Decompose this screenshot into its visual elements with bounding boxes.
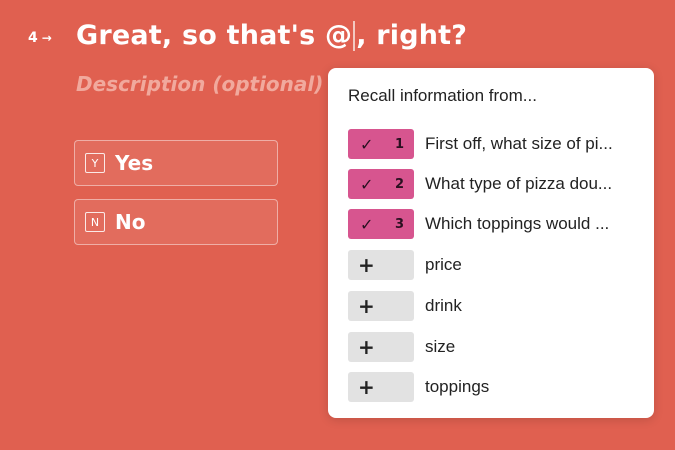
recall-item-variable-drink[interactable]: + drink [348,290,638,322]
recall-popup-title: Recall information from... [348,86,537,105]
add-chip: + [348,250,414,280]
selected-chip: ✓ 1 [348,129,414,159]
recall-item-label: price [425,255,462,274]
choice-key-y: Y [85,153,105,173]
recall-item-question-2[interactable]: ✓ 2 What type of pizza dou... [348,168,638,200]
recall-item-label: Which toppings would ... [425,214,610,233]
arrow-right-icon: → [41,31,52,45]
plus-icon: + [358,375,375,399]
question-ref-number: 2 [394,176,404,192]
check-icon: ✓ [360,174,374,194]
choice-yes[interactable]: Y Yes [74,140,278,186]
recall-item-label: First off, what size of pi... [425,134,613,153]
recall-item-question-3[interactable]: ✓ 3 Which toppings would ... [348,208,638,240]
question-text-before: Great, so that's @ [76,20,353,51]
question-text-after: , right? [356,20,468,51]
question-ref-number: 3 [394,216,404,232]
question-ref-number: 1 [394,136,404,152]
question-number: 4 → [28,30,52,46]
choice-label-no: No [115,210,146,234]
description-input[interactable]: Description (optional) [76,72,326,96]
question-number-label: 4 [28,30,38,46]
selected-chip: ✓ 2 [348,169,414,199]
recall-item-label: What type of pizza dou... [425,174,613,193]
add-chip: + [348,332,414,362]
recall-item-label: size [425,337,456,356]
recall-item-label: drink [425,296,462,315]
recall-information-popup: Recall information from... ✓ 1 First off… [328,68,654,418]
check-icon: ✓ [360,134,374,154]
add-chip: + [348,291,414,321]
recall-item-variable-price[interactable]: + price [348,249,638,281]
recall-item-variable-toppings[interactable]: + toppings [348,371,638,403]
add-chip: + [348,372,414,402]
plus-icon: + [358,335,375,359]
recall-item-variable-size[interactable]: + size [348,331,638,363]
plus-icon: + [358,253,375,277]
choice-key-n: N [85,212,105,232]
recall-item-question-1[interactable]: ✓ 1 First off, what size of pi... [348,128,638,160]
question-title-input[interactable]: Great, so that's @ , right? [76,20,467,51]
selected-chip: ✓ 3 [348,209,414,239]
plus-icon: + [358,294,375,318]
check-icon: ✓ [360,214,374,234]
choice-label-yes: Yes [115,151,154,175]
choice-no[interactable]: N No [74,199,278,245]
recall-item-label: toppings [425,377,490,396]
text-cursor [353,20,356,51]
